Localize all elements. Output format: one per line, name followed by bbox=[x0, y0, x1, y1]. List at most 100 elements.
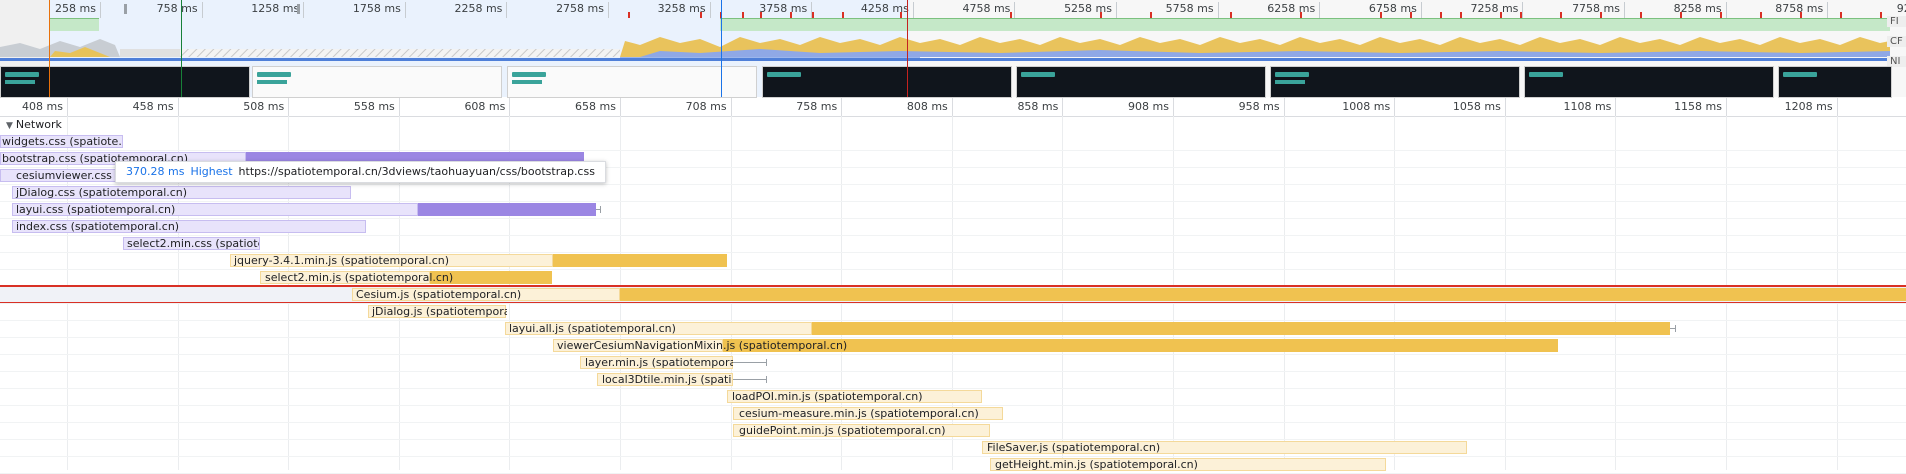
ruler-tick-label: 958 ms bbox=[1214, 98, 1285, 116]
overview-tick-label: 6758 ms bbox=[1361, 2, 1422, 18]
request-label: select2.min.js (spatiotemporal.cn) bbox=[265, 271, 454, 284]
frame-drop-marker bbox=[900, 12, 902, 18]
network-row[interactable]: loadPOI.min.js (spatiotemporal.cn) bbox=[0, 389, 1906, 404]
ruler-tick-label: 808 ms bbox=[882, 98, 953, 116]
screenshot-thumbnail[interactable] bbox=[1016, 66, 1266, 98]
network-row[interactable]: jDialog.css (spatiotemporal.cn) bbox=[0, 185, 1906, 200]
ruler-tick-label: 758 ms bbox=[771, 98, 843, 116]
request-label: jquery-3.4.1.min.js (spatiotemporal.cn) bbox=[234, 254, 450, 267]
cpu-track-label: CF bbox=[1887, 36, 1906, 47]
screenshot-thumbnail[interactable] bbox=[0, 66, 250, 98]
ruler-tick-label: 408 ms bbox=[0, 98, 68, 116]
network-row[interactable]: layui.css (spatiotemporal.cn) bbox=[0, 202, 1906, 217]
request-label: layer.min.js (spatiotemporal… bbox=[585, 356, 733, 369]
request-label: viewerCesiumNavigationMixin.js (spatiote… bbox=[557, 339, 848, 352]
request-label: layui.css (spatiotemporal.cn) bbox=[16, 203, 176, 216]
frame-drop-marker bbox=[1230, 12, 1232, 18]
timeline-overview[interactable]: 258 ms 758 ms 1258 ms 1758 ms 2258 ms 2758 ms… bbox=[0, 0, 1906, 99]
network-row[interactable]: local3Dtile.min.js (spatiote… bbox=[0, 372, 1906, 387]
request-download-bar bbox=[812, 322, 1670, 335]
overview-tick-label: 1758 ms bbox=[345, 2, 406, 18]
overview-tick-label: 758 ms bbox=[142, 2, 203, 18]
request-label: cesium-measure.min.js (spatiotemporal.cn… bbox=[739, 407, 979, 420]
screenshot-thumbnail[interactable] bbox=[1524, 66, 1774, 98]
request-label: local3Dtile.min.js (spatiote… bbox=[602, 373, 732, 386]
timeline-ruler: 408 ms 458 ms 508 ms 558 ms 608 ms 658 ms 708 … bbox=[0, 98, 1906, 117]
selection-handle-left[interactable] bbox=[124, 4, 127, 14]
network-track-header[interactable]: ▼ Network bbox=[0, 117, 200, 133]
frame-drop-marker bbox=[700, 12, 702, 18]
request-label: widgets.css (spatiote… bbox=[2, 135, 122, 148]
network-row[interactable]: jDialog.js (spatiotemporal… bbox=[0, 304, 1906, 319]
screenshot-filmstrip[interactable] bbox=[0, 66, 1906, 98]
tooltip-priority: Highest bbox=[190, 165, 233, 178]
request-download-bar bbox=[418, 203, 596, 216]
tooltip-duration: 370.28 ms bbox=[126, 165, 185, 178]
expand-triangle-icon[interactable]: ▼ bbox=[6, 118, 13, 134]
network-row-selected[interactable]: Cesium.js (spatiotemporal.cn) bbox=[0, 285, 1906, 304]
network-row[interactable]: layer.min.js (spatiotemporal… bbox=[0, 355, 1906, 370]
network-row[interactable]: index.css (spatiotemporal.cn) bbox=[0, 219, 1906, 234]
network-row[interactable]: viewerCesiumNavigationMixin.js (spatiote… bbox=[0, 338, 1906, 353]
screenshot-thumbnail[interactable] bbox=[252, 66, 502, 98]
frame-drop-marker bbox=[1440, 12, 1442, 18]
network-overview-track bbox=[0, 57, 1890, 61]
frame-drop-marker bbox=[812, 12, 814, 18]
screenshot-thumbnail[interactable] bbox=[1778, 66, 1892, 98]
ruler-tick-label: 708 ms bbox=[661, 98, 732, 116]
frame-drop-marker bbox=[1500, 12, 1502, 18]
frame-drop-marker bbox=[1380, 12, 1382, 18]
cpu-activity-chart bbox=[0, 37, 1890, 57]
dom-content-loaded-marker bbox=[181, 0, 182, 97]
overview-tick-label: 5758 ms bbox=[1158, 2, 1219, 18]
overview-tick-label: 4258 ms bbox=[853, 2, 914, 18]
fps-track-label: FI bbox=[1887, 16, 1906, 27]
network-row[interactable]: widgets.css (spatiote… bbox=[0, 134, 1906, 149]
request-whisker-end bbox=[766, 359, 767, 366]
overview-tick-label: 1258 ms bbox=[243, 2, 305, 18]
request-download-bar bbox=[620, 288, 1906, 301]
request-whisker bbox=[733, 362, 766, 363]
frame-drop-marker bbox=[1840, 12, 1842, 18]
ruler-tick-label: 858 ms bbox=[992, 98, 1064, 116]
screenshot-thumbnail[interactable] bbox=[762, 66, 1012, 98]
overview-tick-label: 8258 ms bbox=[1666, 2, 1727, 18]
frame-drop-marker bbox=[1760, 12, 1762, 18]
first-paint-marker bbox=[721, 0, 722, 97]
request-label: jDialog.js (spatiotemporal… bbox=[372, 305, 507, 318]
overview-tick-label: 2258 ms bbox=[446, 2, 508, 18]
ruler-tick-label: 608 ms bbox=[439, 98, 511, 116]
request-tooltip: 370.28 ms Highest https://spatiotemporal.c… bbox=[115, 161, 606, 183]
network-row[interactable]: select2.min.css (spatiote… bbox=[0, 236, 1906, 251]
network-row[interactable]: layui.all.js (spatiotemporal.cn) bbox=[0, 321, 1906, 336]
network-row[interactable]: select2.min.js (spatiotemporal.cn) bbox=[0, 270, 1906, 285]
frame-drop-marker bbox=[1520, 12, 1522, 18]
request-label: index.css (spatiotemporal.cn) bbox=[16, 220, 180, 233]
frame-drop-marker bbox=[1680, 12, 1682, 18]
frame-drop-marker bbox=[1720, 12, 1722, 18]
screenshot-thumbnail[interactable] bbox=[507, 66, 757, 98]
frame-drop-marker bbox=[760, 12, 762, 18]
frame-drop-marker bbox=[1150, 12, 1152, 18]
overview-tick-label: 2758 ms bbox=[548, 2, 609, 18]
frame-drop-marker bbox=[1800, 12, 1802, 18]
request-label: select2.min.css (spatiote… bbox=[127, 237, 259, 250]
ruler-tick-label: 1008 ms bbox=[1324, 98, 1396, 116]
network-row[interactable]: jquery-3.4.1.min.js (spatiotemporal.cn) bbox=[0, 253, 1906, 268]
network-row[interactable]: FileSaver.js (spatiotemporal.cn) bbox=[0, 440, 1906, 455]
selection-start-marker[interactable] bbox=[49, 0, 50, 97]
ruler-tick-label: 558 ms bbox=[329, 98, 400, 116]
network-row[interactable]: cesium-measure.min.js (spatiotemporal.cn… bbox=[0, 406, 1906, 421]
frame-drop-marker bbox=[790, 12, 792, 18]
selection-handle-right[interactable] bbox=[297, 4, 300, 14]
screenshot-thumbnail[interactable] bbox=[1270, 66, 1520, 98]
network-row[interactable]: guidePoint.min.js (spatiotemporal.cn) bbox=[0, 423, 1906, 438]
ruler-tick-label: 1158 ms bbox=[1656, 98, 1727, 116]
request-whisker-end bbox=[766, 376, 767, 383]
frame-drop-marker bbox=[1600, 12, 1602, 18]
request-whisker bbox=[733, 379, 766, 380]
frame-drop-marker bbox=[1100, 12, 1102, 18]
frame-drop-marker bbox=[1300, 12, 1302, 18]
frame-drop-marker bbox=[1640, 12, 1642, 18]
request-label: FileSaver.js (spatiotemporal.cn) bbox=[987, 441, 1161, 454]
